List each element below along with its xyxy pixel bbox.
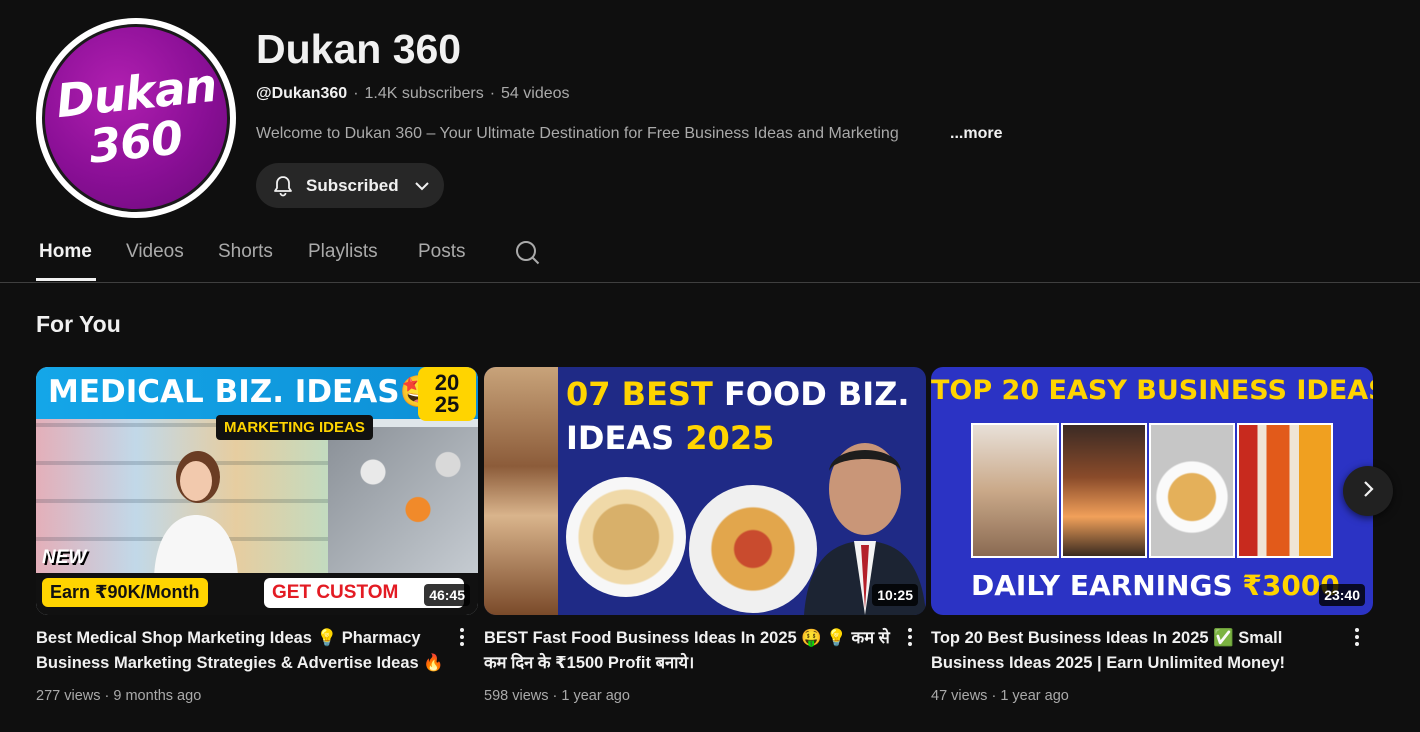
thumbnail-plate-art [689, 485, 817, 613]
description-text: Welcome to Dukan 360 – Your Ultimate Des… [256, 125, 899, 142]
thumbnail-photo-art [971, 423, 1059, 558]
avatar-logo: Dukan 360 [42, 24, 230, 212]
thumbnail-photo-art [1237, 423, 1333, 558]
meta-separator: · [552, 688, 558, 704]
thumbnail-person-art [154, 451, 238, 577]
headline-part: 2025 [685, 419, 775, 457]
thumbnail-photo-art [1061, 423, 1147, 558]
meta-separator: · [104, 688, 110, 704]
more-link[interactable]: ...more [950, 122, 1002, 146]
more-vert-icon[interactable] [898, 625, 922, 649]
section-title: For You [36, 311, 121, 337]
duration-badge: 46:45 [424, 584, 470, 606]
channel-avatar[interactable]: Dukan 360 [36, 18, 236, 218]
avatar-logo-text-line2: 360 [86, 110, 186, 174]
chevron-down-icon [411, 175, 433, 197]
thumbnail-pills-art [328, 427, 478, 577]
duration-badge: 23:40 [1319, 584, 1365, 606]
channel-tabs: Home Videos Shorts Playlists Posts [0, 222, 1420, 283]
tab-home[interactable]: Home [39, 240, 92, 264]
subscriber-count: 1.4K subscribers [364, 85, 484, 102]
video-title[interactable]: Best Medical Shop Marketing Ideas 💡 Phar… [36, 626, 446, 676]
tab-playlists[interactable]: Playlists [308, 240, 378, 264]
upload-age: 1 year ago [561, 688, 630, 704]
channel-handle: @Dukan360 [256, 85, 348, 102]
video-meta: 47 views · 1 year ago [931, 686, 1069, 706]
duration-badge: 10:25 [872, 584, 918, 606]
tab-videos[interactable]: Videos [126, 240, 184, 264]
video-card[interactable]: MEDICAL BIZ. IDEAS🤩 20 25 MARKETING IDEA… [36, 367, 478, 704]
view-count: 598 views [484, 688, 549, 704]
channel-meta: @Dukan360 · 1.4K subscribers · 54 videos [256, 82, 1156, 106]
video-thumbnail[interactable]: TOP 20 EASY BUSINESS IDEAS DAILY EARNING… [931, 367, 1373, 615]
video-card[interactable]: 07 BEST FOOD BIZ. IDEAS 2025 10:25 BEST … [484, 367, 926, 704]
view-count: 277 views [36, 688, 101, 704]
channel-info: Dukan 360 @Dukan360 · 1.4K subscribers ·… [256, 24, 1156, 146]
upload-age: 1 year ago [1000, 688, 1069, 704]
meta-separator: · [353, 85, 359, 102]
thumbnail-bottom-text: DAILY EARNINGS ₹3000 [971, 569, 1340, 602]
video-title[interactable]: Top 20 Best Business Ideas In 2025 ✅ Sma… [931, 626, 1341, 676]
bottom-text-part: DAILY EARNINGS [971, 569, 1243, 602]
bell-icon [270, 173, 296, 199]
video-thumbnail[interactable]: MEDICAL BIZ. IDEAS🤩 20 25 MARKETING IDEA… [36, 367, 478, 615]
thumbnail-photo-art [1149, 423, 1235, 558]
headline-part: BEST [621, 375, 713, 413]
headline-part: IDEAS [566, 419, 686, 457]
search-icon[interactable] [514, 239, 542, 267]
channel-title: Dukan 360 [256, 26, 462, 72]
video-thumbnail[interactable]: 07 BEST FOOD BIZ. IDEAS 2025 10:25 [484, 367, 926, 615]
more-vert-icon[interactable] [450, 625, 474, 649]
tab-shorts[interactable]: Shorts [218, 240, 273, 264]
video-meta: 598 views · 1 year ago [484, 686, 630, 706]
meta-separator: · [489, 85, 496, 102]
thumbnail-headline: TOP 20 EASY BUSINESS IDEAS [931, 375, 1373, 406]
meta-separator: · [991, 688, 997, 704]
subscribed-button[interactable]: Subscribed [256, 163, 444, 208]
video-count: 54 videos [501, 85, 570, 102]
thumbnail-marketing-label: MARKETING IDEAS [216, 415, 373, 440]
chevron-right-icon [1357, 478, 1379, 505]
video-meta: 277 views · 9 months ago [36, 686, 201, 706]
thumbnail-headline: MEDICAL BIZ. IDEAS🤩 [48, 374, 439, 410]
thumbnail-food-strip-art [484, 367, 558, 615]
thumbnail-year-badge: 20 25 [418, 367, 476, 421]
thumbnail-headline-line2: IDEAS 2025 [566, 419, 774, 457]
thumbnail-headline-line1: 07 BEST FOOD BIZ. [566, 375, 910, 413]
more-vert-icon[interactable] [1345, 625, 1369, 649]
badge-bottom: 25 [434, 392, 460, 417]
thumbnail-earn-label: Earn ₹90K/Month [42, 578, 208, 607]
headline-part: 07 [566, 375, 622, 413]
channel-description[interactable]: Welcome to Dukan 360 – Your Ultimate Des… [256, 122, 1156, 146]
view-count: 47 views [931, 688, 988, 704]
video-title[interactable]: BEST Fast Food Business Ideas In 2025 🤑 … [484, 626, 894, 676]
upload-age: 9 months ago [113, 688, 202, 704]
subscribed-label: Subscribed [306, 175, 399, 195]
carousel-next-button[interactable] [1343, 466, 1393, 516]
tab-posts[interactable]: Posts [418, 240, 466, 264]
headline-part: FOOD BIZ. [712, 375, 910, 413]
thumbnail-plate-art [566, 477, 686, 597]
badge-top: 20 [434, 370, 460, 395]
active-tab-indicator [36, 278, 96, 281]
video-card[interactable]: TOP 20 EASY BUSINESS IDEAS DAILY EARNING… [931, 367, 1373, 704]
thumbnail-new-label: NEW [42, 547, 87, 568]
